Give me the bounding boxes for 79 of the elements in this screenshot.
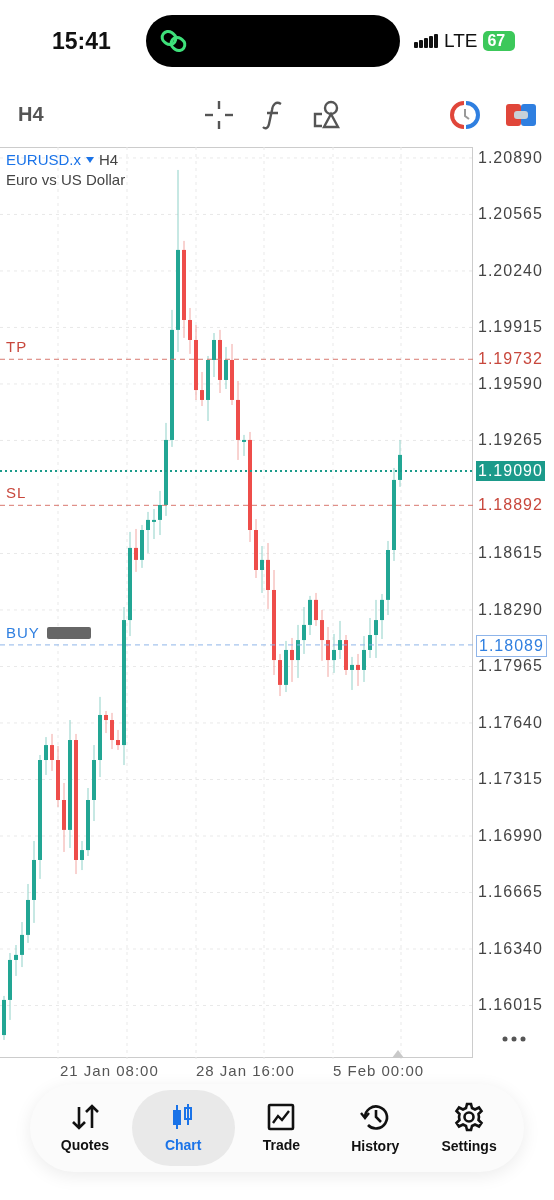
settings-icon [454,1102,485,1132]
price-axis-label: 1.16015 [478,995,543,1016]
price-axis-label: 1.20565 [478,204,543,225]
candlestick [20,921,24,968]
candlestick [104,710,108,734]
candlestick [326,626,330,678]
price-axis-label: 1.20240 [478,260,543,281]
candlestick [356,653,360,687]
candlestick [146,511,150,554]
candlestick [260,545,264,594]
price-axis-label: 1.16990 [478,826,543,846]
candlestick [290,637,294,683]
candlestick [188,307,192,355]
battery-indicator: 67 [483,31,516,51]
candlestick [158,490,162,536]
candlestick [332,633,336,674]
candlestick [242,434,246,457]
candlestick [320,609,324,662]
price-axis-label: 1.17965 [478,656,543,677]
symbol-name[interactable]: EURUSD.x [6,151,81,168]
candlestick [50,733,54,772]
candlestick [296,624,300,679]
price-axis-label: 1.18615 [478,543,543,564]
timeframe-button[interactable]: H4 [18,103,204,126]
link-icon [160,29,188,53]
signal-icon [414,34,438,48]
tab-item[interactable]: Chart [131,1090,235,1166]
candlestick [44,736,48,776]
symbol-description: Euro vs US Dollar [6,171,126,188]
candlestick [200,371,204,407]
more-icon[interactable] [502,1036,526,1042]
price-level-value: 1.19090 [476,460,545,481]
candlestick [116,729,120,751]
price-level-value: 1.18089 [476,634,547,657]
candlestick [224,346,228,390]
network-type: LTE [444,30,478,52]
price-axis-label: 1.19590 [478,373,543,394]
candlestick [314,592,318,627]
candlestick [350,656,354,691]
price-level-label[interactable]: BUY [6,623,40,641]
candlestick [302,606,306,655]
price-axis-label: 1.18290 [478,599,543,620]
price-axis-label: 1.16340 [478,939,543,959]
up-down-arrows-icon [69,1103,100,1131]
candlestick [374,599,378,659]
candlestick [338,620,342,660]
price-axis-label: 1.17640 [478,712,543,733]
tab-item[interactable]: Quotes [38,1090,132,1166]
crosshair-icon[interactable] [204,99,234,130]
price-axis-label: 1.17315 [478,769,543,790]
time-axis-label: 28 Jan 16:00 [196,1062,295,1079]
dropdown-icon[interactable] [86,156,94,163]
candlestick [212,332,216,378]
redacted-block [47,626,91,639]
tab-item[interactable]: History [328,1090,423,1166]
history-icon [360,1102,391,1132]
candlestick [368,617,372,659]
candlestick [14,944,18,977]
line-chart-icon [267,1103,296,1131]
function-icon[interactable] [262,99,284,130]
candlestick [80,840,84,871]
tab-item[interactable]: Trade [234,1090,329,1166]
price-axis-label: 1.20890 [478,147,543,168]
status-time: 15:41 [52,27,112,55]
shapes-icon[interactable] [312,99,342,130]
tab-item[interactable]: Settings [422,1090,516,1166]
candlestick [362,635,366,683]
price-axis-label: 1.16665 [478,882,543,903]
price-axis-label: 1.19915 [478,317,543,338]
price-axis-label: 1.19265 [478,430,543,451]
price-level-label[interactable]: TP [6,338,28,356]
chart-timeframe: H4 [99,151,119,168]
candlestick [134,528,138,573]
candlestick [152,508,156,540]
time-axis-label: 5 Feb 00:00 [333,1062,425,1079]
time-axis-label: 21 Jan 08:00 [60,1062,159,1079]
price-level-label[interactable]: SL [6,484,27,502]
candlestick [380,593,384,640]
candlestick [110,712,114,750]
